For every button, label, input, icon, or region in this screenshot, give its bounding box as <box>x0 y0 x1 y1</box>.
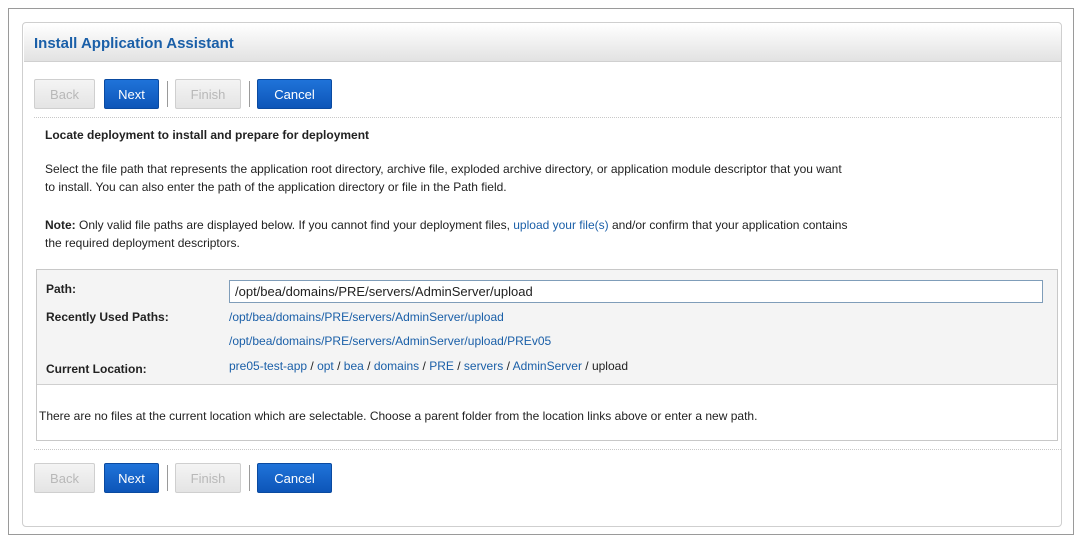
button-separator <box>167 81 168 107</box>
path-selection-box: Path: Recently Used Paths: /opt/bea/doma… <box>36 269 1058 441</box>
breadcrumb-link[interactable]: domains <box>374 359 419 373</box>
breadcrumb-separator: / <box>453 359 464 373</box>
recent-path-link[interactable]: /opt/bea/domains/PRE/servers/AdminServer… <box>229 310 504 324</box>
cancel-button[interactable]: Cancel <box>257 463 332 493</box>
location-breadcrumb: pre05-test-app / opt / bea / domains / P… <box>229 359 628 373</box>
top-button-bar: Back Next Finish Cancel <box>34 79 1064 111</box>
divider <box>34 449 1061 450</box>
breadcrumb-separator: / <box>503 359 513 373</box>
breadcrumb-link[interactable]: PRE <box>429 359 454 373</box>
section-heading: Locate deployment to install and prepare… <box>45 128 370 142</box>
page-title: Install Application Assistant <box>34 35 234 52</box>
current-location-label: Current Location: <box>46 362 147 376</box>
breadcrumb-separator: / <box>419 359 430 373</box>
empty-location-message: There are no files at the current locati… <box>39 409 758 423</box>
finish-button[interactable]: Finish <box>175 79 241 109</box>
note-text-after: and/or confirm that your application con… <box>608 218 848 232</box>
breadcrumb-link[interactable]: pre05-test-app <box>229 359 307 373</box>
next-button[interactable]: Next <box>104 79 159 109</box>
button-separator <box>249 81 250 107</box>
breadcrumb-link[interactable]: AdminServer <box>513 359 582 373</box>
next-button[interactable]: Next <box>104 463 159 493</box>
upload-files-link[interactable]: upload your file(s) <box>513 218 608 232</box>
bottom-button-bar: Back Next Finish Cancel <box>34 463 1064 495</box>
breadcrumb-separator: / <box>333 359 344 373</box>
button-separator <box>167 465 168 491</box>
breadcrumb-link[interactable]: bea <box>344 359 364 373</box>
description-text: Select the file path that represents the… <box>45 160 1057 196</box>
breadcrumb-separator: / <box>307 359 318 373</box>
divider <box>34 117 1061 118</box>
note-label: Note: <box>45 218 76 232</box>
breadcrumb-link[interactable]: servers <box>464 359 503 373</box>
breadcrumb-separator: / <box>581 359 592 373</box>
description-line: Select the file path that represents the… <box>45 162 842 176</box>
path-label: Path: <box>46 282 76 296</box>
finish-button[interactable]: Finish <box>175 463 241 493</box>
path-fields-area: Path: Recently Used Paths: /opt/bea/doma… <box>37 270 1057 385</box>
path-input[interactable] <box>229 280 1043 303</box>
breadcrumb-link[interactable]: opt <box>317 359 334 373</box>
recent-paths-label: Recently Used Paths: <box>46 310 169 324</box>
button-separator <box>249 465 250 491</box>
breadcrumb-separator: / <box>363 359 374 373</box>
description-line: to install. You can also enter the path … <box>45 180 507 194</box>
breadcrumb-current: upload <box>591 359 628 373</box>
cancel-button[interactable]: Cancel <box>257 79 332 109</box>
back-button[interactable]: Back <box>34 463 95 493</box>
note-line: the required deployment descriptors. <box>45 236 240 250</box>
back-button[interactable]: Back <box>34 79 95 109</box>
note-text-before: Only valid file paths are displayed belo… <box>75 218 514 232</box>
note-text: Note: Only valid file paths are displaye… <box>45 216 1057 252</box>
recent-path-link[interactable]: /opt/bea/domains/PRE/servers/AdminServer… <box>229 334 551 348</box>
panel-header: Install Application Assistant <box>24 24 1061 62</box>
